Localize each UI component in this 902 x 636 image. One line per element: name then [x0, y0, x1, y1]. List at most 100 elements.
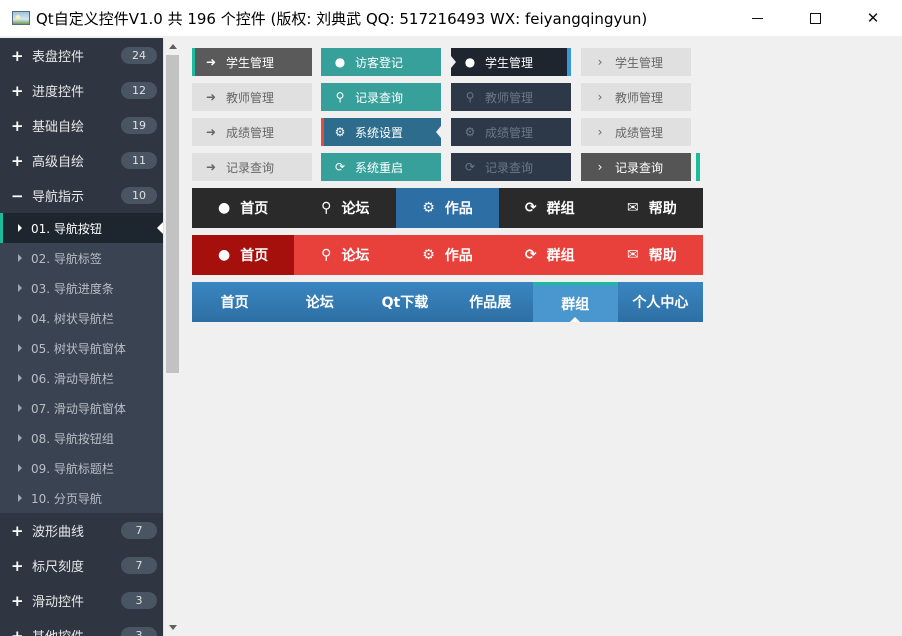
- sidebar-group[interactable]: + 高级自绘 11: [0, 143, 163, 178]
- sidebar-group[interactable]: + 表盘控件 24: [0, 38, 163, 73]
- nav-button-settings[interactable]: ⚙ 系统设置: [321, 118, 441, 146]
- tab-forum[interactable]: ⚲ 论坛: [294, 188, 396, 228]
- tab-group[interactable]: ⟳ 群组: [499, 235, 601, 275]
- android-icon: ●: [217, 247, 231, 263]
- tab-label: 作品: [444, 248, 473, 264]
- tab-home[interactable]: ● 首页: [192, 188, 294, 228]
- sidebar-item-nav-label[interactable]: 02. 导航标签: [0, 243, 163, 273]
- tab-home[interactable]: ● 首页: [192, 235, 295, 275]
- arrow-right-icon: ➜: [205, 90, 217, 104]
- nav-button-student-dark[interactable]: ● 学生管理: [451, 48, 571, 76]
- envelope-icon: ✉: [627, 247, 639, 263]
- tab-works[interactable]: ⚙ 作品: [396, 188, 499, 228]
- sidebar-item-page-nav[interactable]: 10. 分页导航: [0, 483, 163, 513]
- expand-icon: +: [11, 151, 24, 170]
- sidebar-group[interactable]: + 进度控件 12: [0, 73, 163, 108]
- expand-icon: +: [11, 556, 24, 575]
- sidebar-item-nav-button-group[interactable]: 08. 导航按钮组: [0, 423, 163, 453]
- tab-label: 帮助: [648, 248, 677, 264]
- scroll-up-button[interactable]: [164, 38, 181, 55]
- count-badge: 12: [121, 82, 157, 99]
- refresh-icon: ⟳: [464, 160, 476, 174]
- tab-home[interactable]: 首页: [192, 282, 277, 322]
- sidebar-scrollbar[interactable]: [163, 38, 180, 636]
- maximize-button[interactable]: [786, 0, 844, 36]
- sidebar-group[interactable]: + 其他控件 3: [0, 618, 163, 636]
- tab-profile[interactable]: 个人中心: [618, 282, 703, 322]
- count-badge: 19: [121, 117, 157, 134]
- sidebar-item-slide-nav-form[interactable]: 07. 滑动导航窗体: [0, 393, 163, 423]
- sidebar-item-nav-button[interactable]: 01. 导航按钮: [0, 213, 163, 243]
- nav-button-label: 教师管理: [226, 90, 275, 105]
- tab-qt-download[interactable]: Qt下载: [362, 282, 447, 322]
- tab-showcase[interactable]: 作品展: [448, 282, 533, 322]
- sidebar-item-slide-nav[interactable]: 06. 滑动导航栏: [0, 363, 163, 393]
- sidebar-item-label: 06. 滑动导航栏: [31, 371, 114, 386]
- sidebar-item-tree-nav-form[interactable]: 05. 树状导航窗体: [0, 333, 163, 363]
- search-icon: ⚲: [465, 90, 475, 104]
- count-badge: 24: [121, 47, 157, 64]
- nav-button-teacher-light[interactable]: › 教师管理: [581, 83, 691, 111]
- sidebar-group[interactable]: + 滑动控件 3: [0, 583, 163, 618]
- tab-forum[interactable]: ⚲ 论坛: [294, 235, 396, 275]
- maximize-icon: [809, 12, 821, 24]
- gear-icon: ⚙: [334, 125, 346, 139]
- tab-forum[interactable]: 论坛: [277, 282, 362, 322]
- tab-group[interactable]: ⟳ 群组: [499, 188, 601, 228]
- nav-button-records-light[interactable]: › 记录查询: [581, 153, 691, 181]
- caret-right-icon: [18, 404, 22, 412]
- android-icon: ●: [217, 200, 231, 216]
- scrollbar-thumb[interactable]: [166, 55, 179, 373]
- nav-button-label: 记录查询: [355, 90, 404, 105]
- expand-icon: +: [11, 521, 24, 540]
- nav-bar-dark: ● 首页 ⚲ 论坛 ⚙ 作品 ⟳ 群组 ✉ 帮助: [192, 188, 703, 228]
- sidebar-item-nav-title[interactable]: 09. 导航标题栏: [0, 453, 163, 483]
- tab-label: 个人中心: [632, 295, 689, 311]
- sidebar-item-label: 07. 滑动导航窗体: [31, 401, 126, 416]
- nav-button-teacher[interactable]: ➜ 教师管理: [192, 83, 312, 111]
- nav-button-restart[interactable]: ⟳ 系统重启: [321, 153, 441, 181]
- chevron-right-icon: ›: [597, 125, 603, 139]
- sidebar-item-label: 01. 导航按钮: [31, 221, 102, 236]
- nav-button-grades-light[interactable]: › 成绩管理: [581, 118, 691, 146]
- caret-right-icon: [18, 344, 22, 352]
- nav-button-grades-dark[interactable]: ⚙ 成绩管理: [451, 118, 571, 146]
- title-bar: Qt自定义控件V1.0 共 196 个控件 (版权: 刘典武 QQ: 51721…: [0, 0, 902, 36]
- gear-icon: ⚙: [464, 125, 476, 139]
- nav-button-query[interactable]: ⚲ 记录查询: [321, 83, 441, 111]
- nav-button-student[interactable]: ➜ 学生管理: [192, 48, 312, 76]
- nav-button-teacher-dark[interactable]: ⚲ 教师管理: [451, 83, 571, 111]
- sidebar-group[interactable]: + 波形曲线 7: [0, 513, 163, 548]
- count-badge: 3: [121, 592, 157, 609]
- tab-help[interactable]: ✉ 帮助: [601, 188, 703, 228]
- sidebar-item-nav-progress[interactable]: 03. 导航进度条: [0, 273, 163, 303]
- nav-button-records-dark[interactable]: ⟳ 记录查询: [451, 153, 571, 181]
- nav-button-label: 成绩管理: [226, 125, 275, 140]
- nav-button-grades[interactable]: ➜ 成绩管理: [192, 118, 312, 146]
- nav-button-label: 教师管理: [615, 90, 664, 105]
- sidebar-group[interactable]: + 标尺刻度 7: [0, 548, 163, 583]
- sidebar-group[interactable]: + 基础自绘 19: [0, 108, 163, 143]
- count-badge: 7: [121, 522, 157, 539]
- sidebar-item-tree-nav[interactable]: 04. 树状导航栏: [0, 303, 163, 333]
- tab-label: Qt下载: [381, 295, 429, 311]
- android-icon: ●: [334, 55, 346, 69]
- nav-button-records[interactable]: ➜ 记录查询: [192, 153, 312, 181]
- nav-button-visitor[interactable]: ● 访客登记: [321, 48, 441, 76]
- expand-icon: +: [11, 626, 24, 636]
- sidebar-item-label: 08. 导航按钮组: [31, 431, 114, 446]
- sidebar-group[interactable]: − 导航指示 10: [0, 178, 163, 213]
- scroll-down-button[interactable]: [164, 619, 181, 636]
- nav-button-label: 学生管理: [485, 55, 534, 70]
- tab-works[interactable]: ⚙ 作品: [396, 235, 498, 275]
- tab-group[interactable]: 群组: [532, 282, 618, 322]
- tab-label: 作品展: [469, 295, 512, 311]
- search-icon: ⚲: [321, 200, 332, 216]
- minimize-button[interactable]: [728, 0, 786, 36]
- sidebar-group-label: 基础自绘: [32, 120, 85, 135]
- tab-label: 首页: [240, 248, 269, 264]
- tab-help[interactable]: ✉ 帮助: [601, 235, 703, 275]
- nav-button-student-light[interactable]: › 学生管理: [581, 48, 691, 76]
- close-button[interactable]: ✕: [844, 0, 902, 36]
- tab-label: 论坛: [341, 201, 370, 217]
